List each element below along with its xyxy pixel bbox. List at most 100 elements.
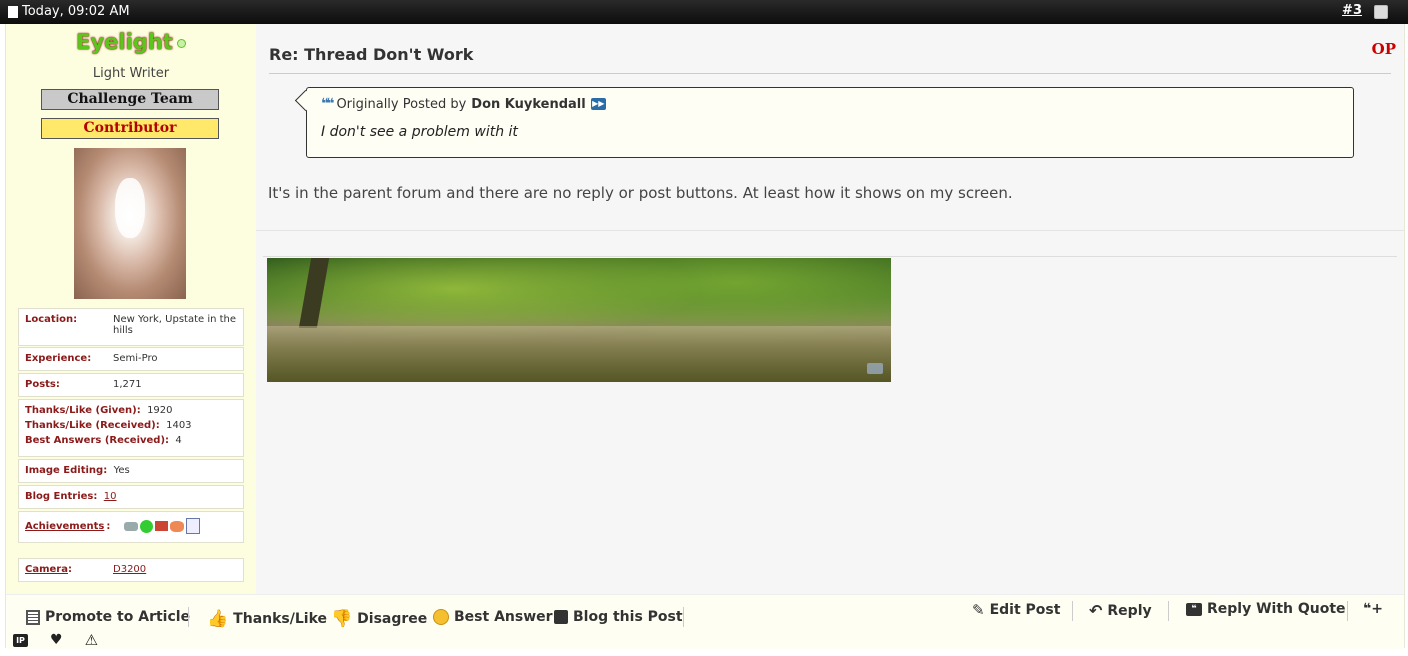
footer-divider [1347,601,1348,621]
info-blog-entries: Blog Entries: 10 [18,485,244,509]
reply-quote-label: Reply With Quote [1207,601,1346,617]
location-label: Location: [25,314,78,325]
camera-value-link[interactable]: D3200 [113,564,146,575]
post-number-link[interactable]: #3 [1342,3,1362,18]
quote-arrow [294,89,317,112]
username[interactable]: Eyelight [6,30,256,54]
achievements-colon: : [106,520,111,532]
camera-row: Camera: [25,564,72,575]
post-content: Re: Thread Don't Work OP ❝❝ Originally P… [256,24,1404,594]
op-label: OP [1371,40,1396,58]
info-location: Location: New York, Upstate in the hills [18,308,244,346]
message-divider [256,230,1404,231]
blog-icon [554,610,568,624]
best-answer-button[interactable]: Best Answer [433,609,553,625]
avatar-glow [115,178,145,238]
achievement-pencil-icon[interactable] [124,521,139,531]
quote-author: Don Kuykendall [471,96,586,112]
quote-header: ❝❝ Originally Posted by Don Kuykendall ▶… [321,96,606,112]
image-editing-row: Image Editing: Yes [25,465,130,476]
post-footer: Promote to Article 👍 Thanks/Like 👎 Disag… [6,594,1404,649]
user-title: Light Writer [92,66,170,81]
challenge-team-badge: Challenge Team [41,89,219,110]
achievements-row: Achievements: [25,518,201,534]
report-warning-icon[interactable]: ⚠ [85,631,98,649]
user-sidebar: Eyelight Light Writer Challenge Team Con… [6,24,256,594]
disagree-button[interactable]: 👎 Disagree [331,609,427,629]
online-status-icon [176,38,186,48]
multi-quote-button[interactable]: ❝+ [1363,601,1383,617]
reply-with-quote-button[interactable]: ❝ Reply With Quote [1186,601,1346,617]
ip-icon[interactable]: IP [13,633,28,647]
thanks-icon[interactable]: ♥ [50,632,63,648]
disagree-label: Disagree [357,611,428,627]
signature-divider [263,256,1397,257]
post-container: Eyelight Light Writer Challenge Team Con… [5,24,1405,649]
posts-value: 1,271 [113,379,142,390]
thanks-label: Thanks/Like [233,611,328,627]
info-achievements: Achievements: [18,511,244,543]
info-posts: Posts: 1,271 [18,373,244,397]
achievements-link[interactable]: Achievements [25,521,104,532]
best-answers-value: 4 [175,435,182,446]
achievement-calendar-icon[interactable] [186,518,201,534]
achievement-people-icon[interactable] [170,520,185,532]
quote-box: ❝❝ Originally Posted by Don Kuykendall ▶… [294,87,1354,158]
smiley-icon [433,609,449,625]
pencil-icon: ✎ [972,601,985,619]
best-answers-label: Best Answers (Received): [25,435,170,446]
post-tools: IP ♥ ⚠ [13,631,98,649]
signature-water [267,326,891,382]
signature-image [267,258,891,382]
thanks-given-row: Thanks/Like (Given): 1920 [25,405,173,416]
avatar[interactable] [74,148,186,299]
reply-label: Reply [1107,602,1152,619]
thumbs-down-icon: 👎 [331,609,353,629]
image-editing-value: Yes [113,465,130,476]
blog-this-post-button[interactable]: Blog this Post [554,609,683,625]
image-editing-label: Image Editing: [25,465,108,476]
info-experience: Experience: Semi-Pro [18,347,244,371]
thanks-received-label: Thanks/Like (Received): [25,420,160,431]
promote-to-article-button[interactable]: Promote to Article [26,609,190,625]
contributor-badge: Contributor [41,118,219,139]
document-icon [8,5,18,18]
article-icon [26,609,40,625]
edit-post-label: Edit Post [989,602,1061,618]
info-thanks: Thanks/Like (Given): 1920 Thanks/Like (R… [18,399,244,457]
select-post-checkbox[interactable] [1374,5,1388,19]
quote-speech-icon: ❝ [1186,602,1202,616]
blog-entries-link[interactable]: 10 [104,491,117,502]
achievement-cross-icon[interactable] [155,521,169,531]
quote-text: I don't see a problem with it [321,124,518,140]
achievement-green-ball-icon[interactable] [140,519,154,533]
info-camera: Camera: D3200 [18,558,244,582]
reply-icon: ↶ [1089,601,1103,620]
experience-label: Experience: [25,353,92,364]
thumbs-up-icon: 👍 [207,609,229,629]
post-header-bar: Today, 09:02 AM #3 [0,0,1408,24]
edit-post-button[interactable]: ✎ Edit Post [972,601,1060,619]
quote-prefix: Originally Posted by [336,96,467,112]
post-title: Re: Thread Don't Work [269,45,1391,74]
multi-quote-icon: ❝+ [1363,601,1383,617]
thanks-received-value: 1403 [166,420,192,431]
view-post-icon[interactable]: ▶▶ [590,98,606,110]
experience-value: Semi-Pro [113,353,158,364]
thanks-like-button[interactable]: 👍 Thanks/Like [207,609,327,629]
reply-button[interactable]: ↶ Reply [1089,601,1152,620]
thanks-received-row: Thanks/Like (Received): 1403 [25,420,192,431]
camera-icon [867,363,883,374]
thanks-given-value: 1920 [147,405,173,416]
username-text[interactable]: Eyelight [76,30,173,54]
footer-divider [1072,601,1073,621]
post-message: It's in the parent forum and there are n… [268,184,1013,202]
camera-label-link[interactable]: Camera [25,564,68,575]
post-date-text: Today, 09:02 AM [22,4,130,19]
camera-colon: : [67,564,72,575]
post-date: Today, 09:02 AM [8,4,130,19]
promote-label: Promote to Article [45,609,191,625]
signature-tree-trunk [298,258,330,328]
location-value: New York, Upstate in the hills [113,314,237,336]
quote-icon: ❝❝ [321,96,335,112]
